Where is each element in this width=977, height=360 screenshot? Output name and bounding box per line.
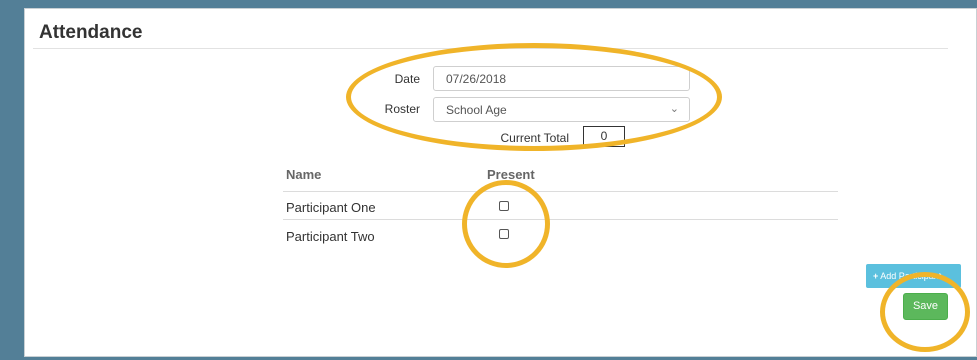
- table-row-divider: [283, 219, 838, 220]
- attendance-panel: Attendance Date Roster School Age ⌄ Curr…: [24, 8, 977, 357]
- column-header-name: Name: [286, 167, 322, 182]
- present-checkbox[interactable]: [499, 229, 509, 239]
- present-checkbox[interactable]: [499, 201, 509, 211]
- add-participant-label: Add Participant: [880, 271, 942, 281]
- current-total-field[interactable]: 0: [583, 126, 625, 147]
- column-header-present: Present: [487, 167, 535, 182]
- plus-icon: +: [873, 271, 879, 281]
- table-header-divider: [283, 191, 838, 192]
- page-title: Attendance: [39, 22, 143, 43]
- add-participant-button[interactable]: + Add Participant: [866, 264, 961, 288]
- save-button[interactable]: Save: [903, 293, 948, 320]
- roster-label: Roster: [384, 102, 420, 116]
- participant-name: Participant One: [286, 200, 376, 215]
- date-input[interactable]: [433, 66, 690, 91]
- current-total-label: Current Total: [500, 131, 569, 145]
- roster-select[interactable]: School Age ⌄: [433, 97, 690, 122]
- title-divider: [33, 48, 948, 49]
- participant-name: Participant Two: [286, 229, 375, 244]
- roster-selected-value: School Age: [446, 103, 507, 117]
- date-label: Date: [394, 72, 420, 86]
- chevron-down-icon: ⌄: [669, 103, 679, 115]
